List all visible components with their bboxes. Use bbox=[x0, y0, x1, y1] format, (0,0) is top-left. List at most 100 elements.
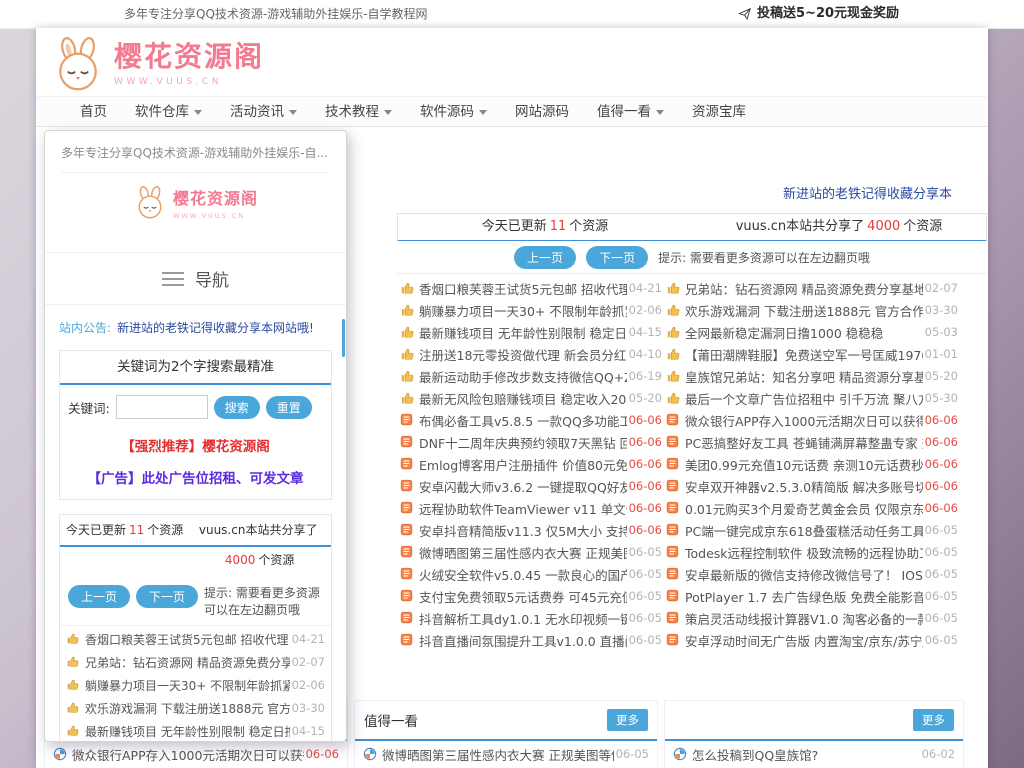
nav-item[interactable]: 软件源码 bbox=[406, 97, 501, 127]
more-button[interactable]: 更多 bbox=[913, 709, 954, 731]
article-title: Todesk远程控制软件 极致流畅的远程协助工具 bbox=[685, 543, 923, 562]
list-item[interactable]: 支付宝免费领取5元话费券 可45元充值三网50 06-05 bbox=[400, 585, 662, 607]
article-date: 04-15 bbox=[292, 724, 325, 738]
rabbit-logo-icon bbox=[133, 186, 167, 220]
list-item[interactable]: 策启灵活动线报计算器V1.0 淘客必备的一款软 06-05 bbox=[666, 607, 958, 629]
article-date: 06-06 bbox=[629, 435, 662, 449]
article-title: 微众银行APP存入1000元活期次日可以获得无 bbox=[685, 411, 923, 430]
list-item[interactable]: 怎么投稿到QQ皇族馆? 06-02 bbox=[665, 741, 963, 767]
list-item[interactable]: PC恶搞整好友工具 苍蝇铺满屏幕整蛊专家 效 06-06 bbox=[666, 431, 958, 453]
list-item[interactable]: 香烟口粮芙蓉王试货5元包邮 招收代理 04-21 bbox=[66, 628, 325, 651]
article-date: 02-06 bbox=[629, 303, 662, 317]
overlay-scrollbar-thumb[interactable] bbox=[342, 319, 345, 357]
list-item[interactable]: 布偶必备工具v5.8.5 一款QQ多功能工具软件 06-06 bbox=[400, 409, 662, 431]
overlay-site-title: 樱花资源阁 bbox=[173, 185, 258, 209]
pagination-hint: 提示: 需要看更多资源可以在左边翻页哦 bbox=[204, 585, 323, 619]
list-item[interactable]: 微众银行APP存入1000元活期次日可以获得无门 06-06 bbox=[45, 741, 347, 767]
keyword-input[interactable] bbox=[116, 395, 208, 419]
main-nav: 首页 软件仓库 活动资讯 技术教程 软件源码 网站源码 值得一看 资源宝库 bbox=[36, 96, 988, 127]
chevron-down-icon bbox=[289, 110, 297, 115]
list-item[interactable]: 美团0.99元充值10元话费 亲测10元话费秒到 06-06 bbox=[666, 453, 958, 475]
list-item[interactable]: 全网最新稳定漏洞日撸1000 稳稳稳 05-03 bbox=[666, 321, 958, 343]
nav-item[interactable]: 首页 bbox=[66, 97, 121, 127]
more-button[interactable]: 更多 bbox=[607, 709, 648, 731]
list-item[interactable]: 最新无风险包赔赚钱项目 稳定收入200-500元 05-20 bbox=[400, 387, 662, 409]
article-date: 06-05 bbox=[925, 611, 958, 625]
prev-page-button[interactable]: 上一页 bbox=[514, 246, 576, 269]
list-item[interactable]: 安卓闪截大师v3.6.2 一键提取QQ好友发的闪图 06-06 bbox=[400, 475, 662, 497]
bookmark-icon bbox=[666, 545, 680, 559]
nav-item[interactable]: 网站源码 bbox=[501, 97, 583, 127]
promo-link-recommend[interactable]: 【强烈推荐】樱花资源阁 bbox=[60, 425, 331, 457]
nav-item[interactable]: 软件仓库 bbox=[121, 97, 216, 127]
list-item[interactable]: PotPlayer 1.7 去广告绿色版 免费全能影音播 06-05 bbox=[666, 585, 958, 607]
list-item[interactable]: 皇族馆兄弟站：知名分享吧 精品资源分享基地 05-20 bbox=[666, 365, 958, 387]
main-pagination: 上一页 下一页 提示: 需要看更多资源可以在左边翻页哦 bbox=[397, 241, 987, 274]
site-logo[interactable]: 樱花资源阁 WWW.VUUS.CN bbox=[50, 36, 350, 94]
article-title: 抖音解析工具dy1.0.1 无水印视频一键解析软件 bbox=[419, 609, 627, 628]
list-item[interactable]: 安卓最新版的微信支持修改微信号了！ IOS版 06-05 bbox=[666, 563, 958, 585]
list-item[interactable]: 最新运动助手修改步数支持微信QQ+ZFB步 06-19 bbox=[400, 365, 662, 387]
list-item[interactable]: 安卓抖音精简版v11.3 仅5M大小 支持账号登录 06-06 bbox=[400, 519, 662, 541]
overlay-site-logo[interactable]: 樱花资源阁 WWW.VUUS.CN bbox=[45, 173, 346, 253]
search-button[interactable]: 搜索 bbox=[214, 396, 260, 419]
thumb-up-icon bbox=[666, 281, 680, 295]
list-item[interactable]: 最后一个文章广告位招租中 引千万流 聚八方 05-30 bbox=[666, 387, 958, 409]
chevron-down-icon bbox=[479, 110, 487, 115]
article-list-right: 兄弟站：钻石资源网 精品资源免费分享基地 02-07 欢乐游戏漏洞 下载注册送1… bbox=[666, 277, 958, 651]
nav-item[interactable]: 资源宝库 bbox=[678, 97, 760, 127]
list-item[interactable]: 躺赚暴力项目一天30+ 不限制年龄抓紧上车 02-06 bbox=[400, 299, 662, 321]
list-item[interactable]: 兄弟站：钻石资源网 精品资源免费分享基地 02-07 bbox=[666, 277, 958, 299]
bookmark-icon bbox=[666, 413, 680, 427]
promo-link-ad[interactable]: 【广告】此处广告位招租、可发文章 bbox=[60, 457, 331, 499]
list-item[interactable]: 抖音解析工具dy1.0.1 无水印视频一键解析软件 06-05 bbox=[400, 607, 662, 629]
nav-item[interactable]: 值得一看 bbox=[583, 97, 678, 127]
list-item[interactable]: 欢乐游戏漏洞 下载注册送1888元 官方合作 03-30 bbox=[666, 299, 958, 321]
article-date: 02-07 bbox=[292, 655, 325, 669]
next-page-button[interactable]: 下一页 bbox=[586, 246, 648, 269]
list-item[interactable]: 安卓浮动时间无广告版 内置淘宝/京东/苏宁/招 06-05 bbox=[666, 629, 958, 651]
overlay-pagination: 上一页 下一页 提示: 需要看更多资源可以在左边翻页哦 bbox=[60, 575, 331, 626]
overlay-nav-toggle[interactable]: 导航 bbox=[45, 253, 346, 305]
list-item[interactable]: Emlog博客用户注册插件 价值80元免费分享 06-06 bbox=[400, 453, 662, 475]
list-item[interactable]: 微博晒图第三届性感内衣大赛 正规美图等你欣赏 06-05 bbox=[355, 741, 657, 767]
list-item[interactable]: 0.01元购买3个月爱奇艺黄金会员 仅限京东白 06-06 bbox=[666, 497, 958, 519]
article-date: 06-06 bbox=[629, 501, 662, 515]
list-item[interactable]: 微博晒图第三届性感内衣大赛 正规美图等你欣 06-05 bbox=[400, 541, 662, 563]
submit-reward-link[interactable]: 投稿送5~20元现金奖励 bbox=[738, 0, 899, 28]
list-item[interactable]: 微众银行APP存入1000元活期次日可以获得无 06-06 bbox=[666, 409, 958, 431]
list-item[interactable]: 最新赚钱项目 无年龄性别限制 稳定日撸300+ 04-15 bbox=[400, 321, 662, 343]
list-item[interactable]: 火绒安全软件v5.0.45 一款良心的国产安全软件 06-05 bbox=[400, 563, 662, 585]
list-item[interactable]: PC端一键完成京东618叠蛋糕活动任务工具 06-05 bbox=[666, 519, 958, 541]
prev-page-button[interactable]: 上一页 bbox=[68, 585, 130, 608]
list-item[interactable]: 注册送18元零投资做代理 新会员分红存1000 04-10 bbox=[400, 343, 662, 365]
article-title: 欢乐游戏漏洞 下载注册送1888元 官方合 bbox=[85, 700, 290, 717]
list-item[interactable]: Todesk远程控制软件 极致流畅的远程协助工具 06-05 bbox=[666, 541, 958, 563]
list-item[interactable]: 【莆田潮牌鞋服】免费送空军一号匡威1970s 01-01 bbox=[666, 343, 958, 365]
article-date: 05-03 bbox=[925, 325, 958, 339]
article-date: 06-19 bbox=[629, 369, 662, 383]
main-stats-header: 今天已更新11个资源 vuus.cn本站共分享了4000个资源 bbox=[397, 213, 987, 242]
nav-item[interactable]: 活动资讯 bbox=[216, 97, 311, 127]
article-date: 06-06 bbox=[925, 457, 958, 471]
article-list-left: 香烟口粮芙蓉王试货5元包邮 招收代理 04-21 躺赚暴力项目一天30+ 不限制… bbox=[400, 277, 662, 651]
article-date: 05-20 bbox=[925, 369, 958, 383]
article-date: 06-05 bbox=[925, 545, 958, 559]
list-item[interactable]: 抖音直播间氛围提升工具v1.0.0 直播间自动发 06-05 bbox=[400, 629, 662, 651]
list-item[interactable]: 兄弟站：钻石资源网 精品资源免费分享基 02-07 bbox=[66, 651, 325, 674]
list-item[interactable]: DNF十二周年庆典预约领取7天黑钻 回归用户 06-06 bbox=[400, 431, 662, 453]
list-item[interactable]: 安卓双开神器v2.5.3.0精简版 解决多账号切换 06-06 bbox=[666, 475, 958, 497]
list-item[interactable]: 最新赚钱项目 无年龄性别限制 稳定日撸 04-15 bbox=[66, 720, 325, 742]
article-date: 04-10 bbox=[629, 347, 662, 361]
list-item[interactable]: 远程协助软件TeamViewer v11 单文件版 方便 06-06 bbox=[400, 497, 662, 519]
next-page-button[interactable]: 下一页 bbox=[136, 585, 198, 608]
nav-item[interactable]: 技术教程 bbox=[311, 97, 406, 127]
list-item[interactable]: 躺赚暴力项目一天30+ 不限制年龄抓紧上 02-06 bbox=[66, 674, 325, 697]
reset-button[interactable]: 重置 bbox=[266, 396, 312, 419]
article-date: 06-05 bbox=[616, 747, 649, 761]
article-date: 03-30 bbox=[925, 303, 958, 317]
article-date: 06-06 bbox=[925, 413, 958, 427]
list-item[interactable]: 香烟口粮芙蓉王试货5元包邮 招收代理 04-21 bbox=[400, 277, 662, 299]
article-title: 最新赚钱项目 无年龄性别限制 稳定日撸 bbox=[85, 723, 290, 740]
list-item[interactable]: 欢乐游戏漏洞 下载注册送1888元 官方合 03-30 bbox=[66, 697, 325, 720]
